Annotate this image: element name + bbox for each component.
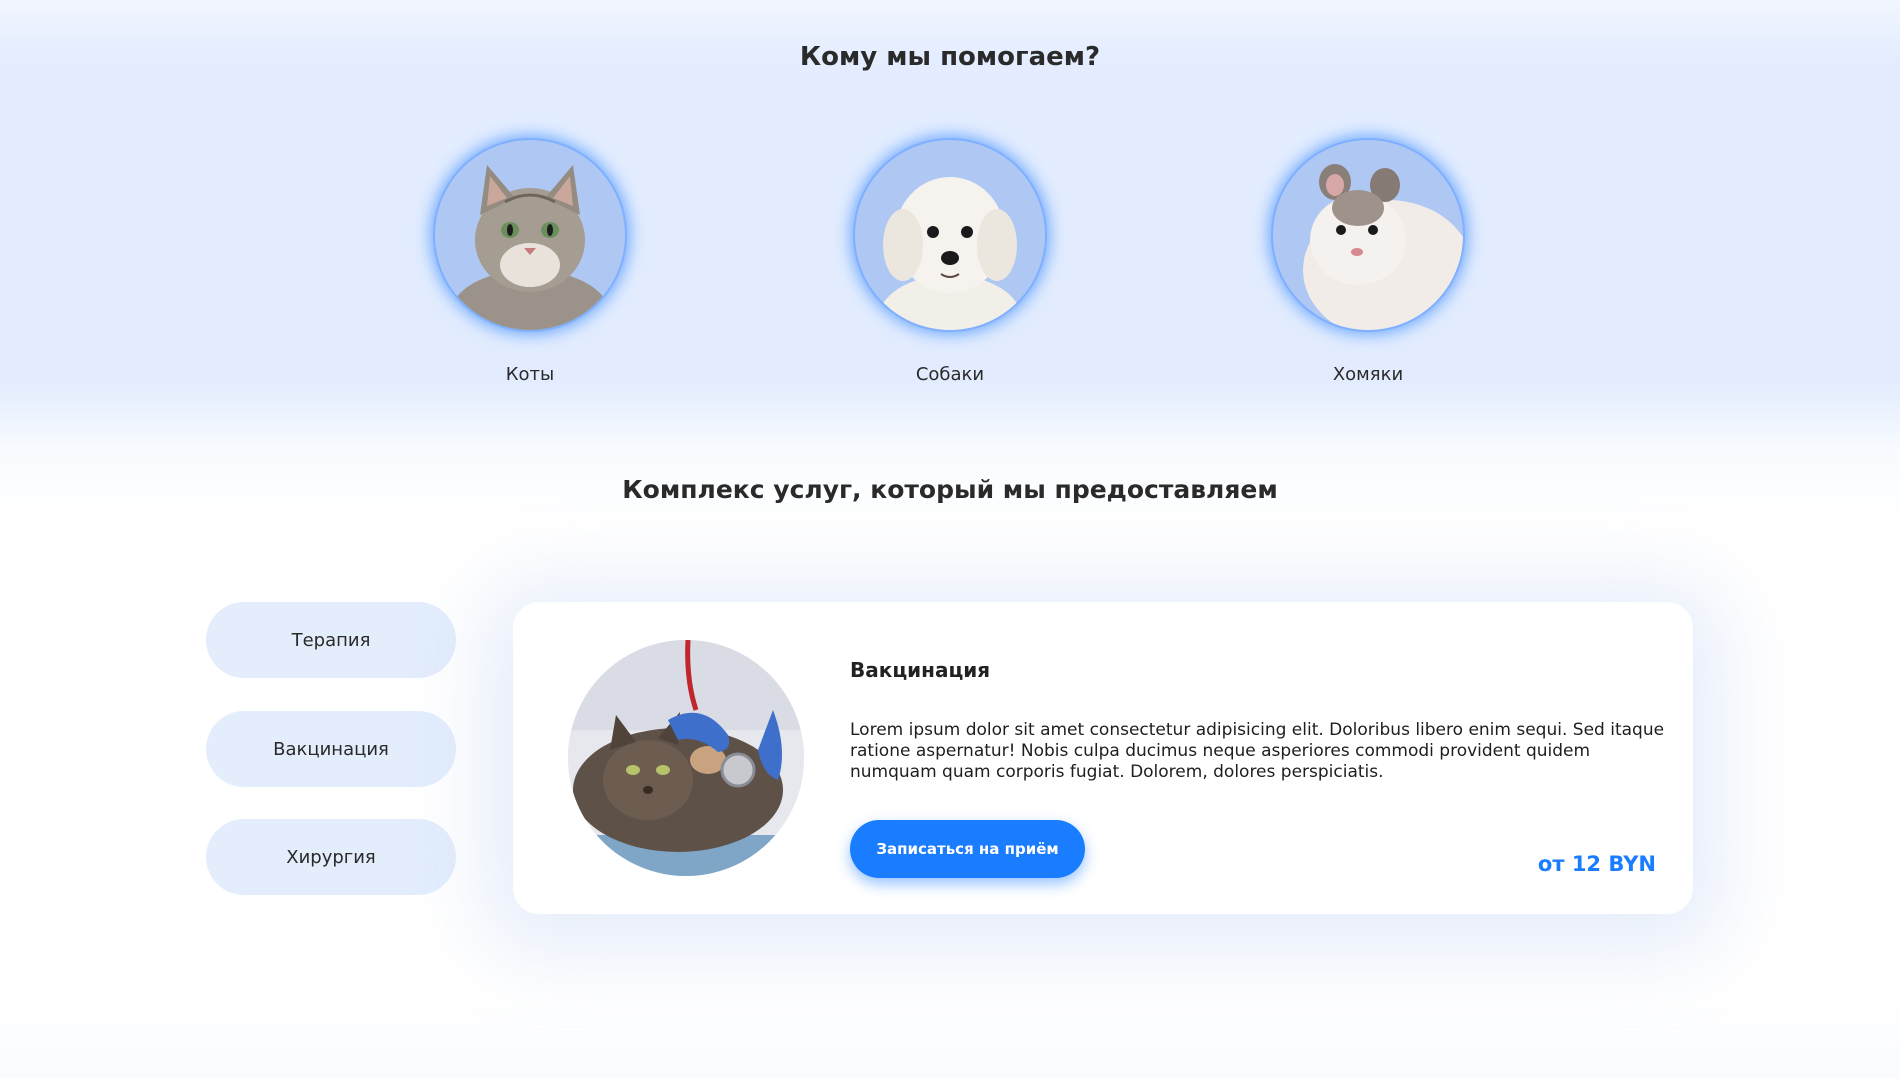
service-card: Вакцинация Lorem ipsum dolor sit amet co… [513, 602, 1693, 914]
cat-photo [435, 140, 625, 330]
tab-vaccination[interactable]: Вакцинация [206, 711, 456, 787]
tab-surgery[interactable]: Хирургия [206, 819, 456, 895]
tab-therapy[interactable]: Терапия [206, 602, 456, 678]
services-title: Комплекс услуг, который мы предоставляем [622, 475, 1278, 504]
book-appointment-button[interactable]: Записаться на приём [850, 820, 1085, 878]
animal-label: Коты [505, 364, 555, 385]
animal-hamsters[interactable]: Хомяки [1273, 140, 1463, 385]
animal-label: Хомяки [1332, 364, 1404, 385]
animal-label: Собаки [915, 364, 985, 385]
animal-cats[interactable]: Коты [435, 140, 625, 385]
service-price: от 12 BYN [1537, 852, 1656, 876]
animal-dogs[interactable]: Собаки [855, 140, 1045, 385]
who-we-help-title: Кому мы помогаем? [799, 42, 1101, 72]
dog-photo [855, 140, 1045, 330]
vet-cat-photo [568, 640, 804, 876]
service-description: Lorem ipsum dolor sit amet consectetur a… [850, 720, 1665, 782]
service-title: Вакцинация [850, 658, 991, 682]
hamster-photo [1273, 140, 1463, 330]
